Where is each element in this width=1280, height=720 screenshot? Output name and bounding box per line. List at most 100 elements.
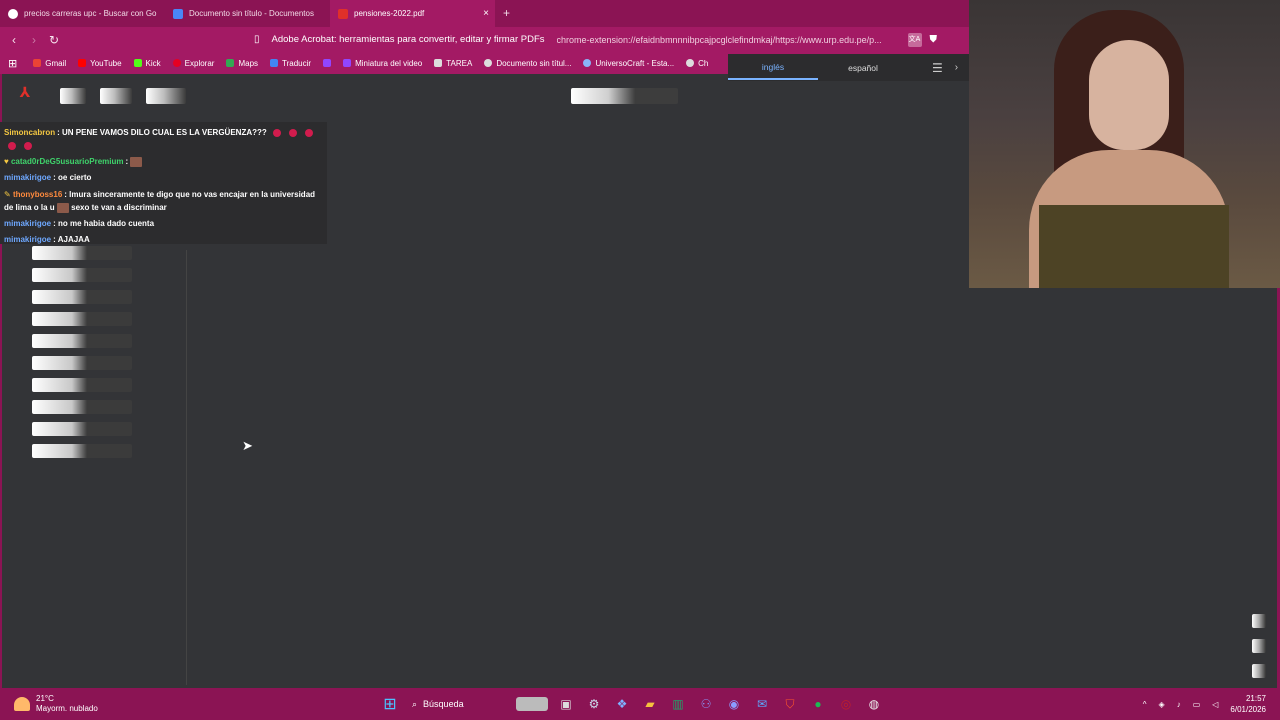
- page-thumbnail-blurred[interactable]: [32, 356, 132, 370]
- bookmark-twitch[interactable]: [317, 59, 337, 67]
- chat-text: :: [125, 157, 129, 166]
- chevron-up-icon[interactable]: ^: [1143, 700, 1147, 709]
- security-icon[interactable]: ◈: [1159, 700, 1165, 709]
- copilot-icon[interactable]: ❖: [612, 694, 632, 714]
- toolbar-button-blurred[interactable]: [100, 88, 132, 104]
- acrobat-icon: [338, 8, 348, 19]
- discord-icon[interactable]: ◉: [724, 694, 744, 714]
- chat-message: ✎ thonyboss16: lmura sinceramente te dig…: [4, 186, 323, 216]
- chat-username: mimakirigoe: [4, 219, 52, 228]
- bookmark-icon[interactable]: ▯: [254, 34, 260, 45]
- google-icon: [8, 8, 18, 19]
- brave-icon[interactable]: ⛉: [780, 694, 800, 714]
- teams-icon[interactable]: ⚇: [696, 694, 716, 714]
- weather-widget[interactable]: 21°C Mayorm. nublado: [14, 694, 164, 714]
- site-title: Adobe Acrobat: herramientas para convert…: [271, 34, 545, 45]
- chat-text: : no me habia dado cuenta: [53, 219, 155, 228]
- page-thumbnail-blurred[interactable]: [32, 268, 132, 282]
- page-navigation-blurred[interactable]: [571, 88, 678, 104]
- tab-google-search[interactable]: precios carreras upc - Buscar con Go: [0, 0, 165, 27]
- new-tab-button[interactable]: +: [495, 0, 518, 27]
- volume-icon[interactable]: ◁: [1212, 700, 1218, 709]
- page-thumbnail-blurred[interactable]: [32, 378, 132, 392]
- reload-icon[interactable]: ↻: [44, 33, 64, 47]
- gem-emote-icon: [24, 141, 32, 150]
- bookmark-traducir[interactable]: Traducir: [264, 59, 317, 68]
- gem-emote-icon: [273, 128, 281, 137]
- translate-target-tab[interactable]: español: [818, 57, 908, 79]
- clock[interactable]: 21:57 6/01/2026: [1230, 693, 1266, 715]
- pdf-toolbar: ⅄: [0, 84, 970, 106]
- maps-icon: [226, 59, 235, 67]
- toolbar-button-blurred[interactable]: [146, 88, 186, 104]
- page-thumbnail-blurred[interactable]: [32, 400, 132, 414]
- bookmark-tarea[interactable]: TAREA: [428, 59, 478, 68]
- kick-icon: [133, 59, 142, 67]
- spotify-icon[interactable]: ●: [808, 694, 828, 714]
- pinterest-icon: [172, 59, 181, 67]
- brave-shield-icon[interactable]: ⛊: [930, 34, 938, 45]
- file-explorer-icon[interactable]: ▰: [640, 694, 660, 714]
- bookmark-ch[interactable]: Ch: [680, 59, 714, 68]
- windows-start-icon[interactable]: ⊞: [380, 694, 400, 714]
- page-thumbnail-blurred[interactable]: [32, 444, 132, 458]
- bookmark-maps[interactable]: Maps: [220, 59, 264, 68]
- chat-text: : oe cierto: [53, 173, 92, 182]
- bookmark-miniatura[interactable]: Miniatura del video: [337, 59, 428, 68]
- page-thumbnail-blurred[interactable]: [32, 422, 132, 436]
- close-tab-icon[interactable]: ×: [483, 8, 489, 19]
- pencil-badge-icon: ✎: [4, 190, 13, 199]
- widgets-icon[interactable]: [516, 697, 548, 711]
- bookmark-youtube[interactable]: YouTube: [72, 59, 127, 68]
- back-icon[interactable]: ‹: [4, 33, 24, 47]
- translate-source-tab[interactable]: inglés: [728, 56, 818, 80]
- youtube-icon: [78, 59, 87, 67]
- twitch-icon: [343, 59, 352, 67]
- tab-title: pensiones-2022.pdf: [354, 9, 425, 18]
- chat-message: mimakirigoe: oe cierto: [4, 170, 323, 186]
- forward-icon[interactable]: ›: [24, 33, 44, 47]
- bookmark-documento[interactable]: Documento sin títul...: [478, 59, 577, 68]
- webcam-person-clothing: [1039, 205, 1229, 288]
- gem-emote-icon: [8, 141, 16, 150]
- excel-icon[interactable]: ▥: [668, 694, 688, 714]
- acrobat-icon[interactable]: ⅄: [16, 84, 34, 104]
- zoom-button-blurred[interactable]: [1252, 664, 1266, 678]
- bookmark-universocraft[interactable]: UniversoCraft - Esta...: [577, 59, 680, 68]
- chat-username: catad0rDeG5usuarioPremium: [10, 157, 124, 166]
- steam-icon[interactable]: ⚙: [584, 694, 604, 714]
- menu-icon[interactable]: ☰: [932, 61, 943, 75]
- page-thumbnail-blurred[interactable]: [32, 334, 132, 348]
- page-thumbnail-blurred[interactable]: [32, 246, 132, 260]
- url-field[interactable]: chrome-extension://efaidnbmnnnibpcajpcgl…: [557, 35, 902, 45]
- app-icon[interactable]: ◎: [836, 694, 856, 714]
- chat-text: : AJAJAA: [53, 235, 90, 244]
- tab-pdf[interactable]: pensiones-2022.pdf ×: [330, 0, 495, 27]
- zoom-button-blurred[interactable]: [1252, 614, 1266, 628]
- zoom-button-blurred[interactable]: [1252, 639, 1266, 653]
- toolbar-button-blurred[interactable]: [60, 88, 86, 104]
- bookmark-explorar[interactable]: Explorar: [167, 59, 221, 68]
- bookmark-kick[interactable]: Kick: [128, 59, 167, 68]
- gmail-icon: [33, 59, 42, 67]
- chat-message: mimakirigoe: no me habia dado cuenta: [4, 216, 323, 232]
- page-thumbnail-blurred[interactable]: [32, 290, 132, 304]
- apps-grid-icon[interactable]: ⊞: [0, 57, 27, 70]
- mail-icon[interactable]: ✉: [752, 694, 772, 714]
- microphone-icon[interactable]: ♪: [1177, 700, 1181, 709]
- obs-icon[interactable]: ◍: [864, 694, 884, 714]
- sidebar-divider: [186, 250, 187, 685]
- chevron-right-icon[interactable]: ›: [955, 62, 958, 73]
- taskbar-search[interactable]: ⌕ Búsqueda: [408, 693, 508, 715]
- page-thumbnail-blurred[interactable]: [32, 312, 132, 326]
- display-icon[interactable]: ▭: [1193, 700, 1201, 709]
- task-view-icon[interactable]: ▣: [556, 694, 576, 714]
- windows-taskbar: 21°C Mayorm. nublado ⊞ ⌕ Búsqueda ▣ ⚙ ❖ …: [0, 688, 1280, 720]
- stream-chat-overlay: Simoncabron: UN PENE VAMOS DILO CUAL ES …: [0, 122, 327, 244]
- bookmark-gmail[interactable]: Gmail: [27, 59, 72, 68]
- chat-message: Simoncabron: UN PENE VAMOS DILO CUAL ES …: [4, 124, 323, 154]
- translate-icon[interactable]: 文A: [907, 32, 922, 47]
- emote-icon: [130, 156, 143, 167]
- system-tray: ^ ◈ ♪ ▭ ◁ 21:57 6/01/2026: [1143, 688, 1266, 720]
- tab-google-docs[interactable]: Documento sin título - Documentos: [165, 0, 330, 27]
